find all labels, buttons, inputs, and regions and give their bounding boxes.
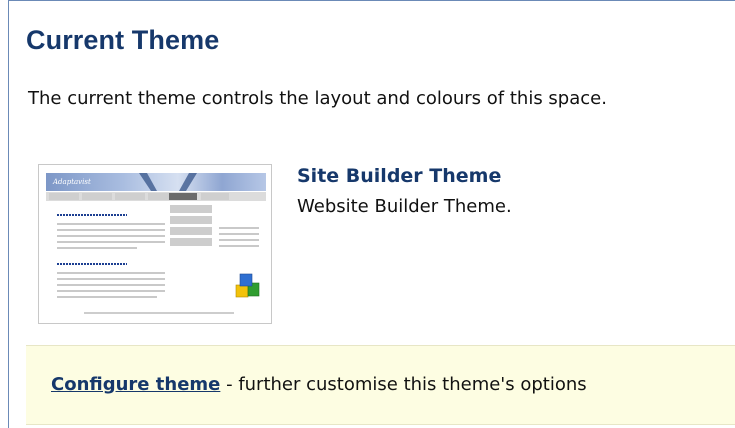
theme-subtitle: Website Builder Theme.: [297, 196, 512, 217]
page-title: Current Theme: [26, 25, 220, 55]
theme-thumbnail: Adaptavist: [38, 164, 272, 324]
theme-description-text: The current theme controls the layout an…: [28, 88, 607, 109]
configure-theme-bar: Configure theme - further customise this…: [26, 345, 735, 425]
thumbnail-banner-text: Adaptavist: [52, 178, 91, 186]
configure-line: Configure theme - further customise this…: [51, 374, 587, 395]
configure-description: - further customise this theme's options: [220, 374, 587, 395]
theme-panel: Current Theme The current theme controls…: [8, 0, 735, 428]
theme-name: Site Builder Theme: [297, 165, 502, 187]
configure-theme-link[interactable]: Configure theme: [51, 374, 220, 395]
